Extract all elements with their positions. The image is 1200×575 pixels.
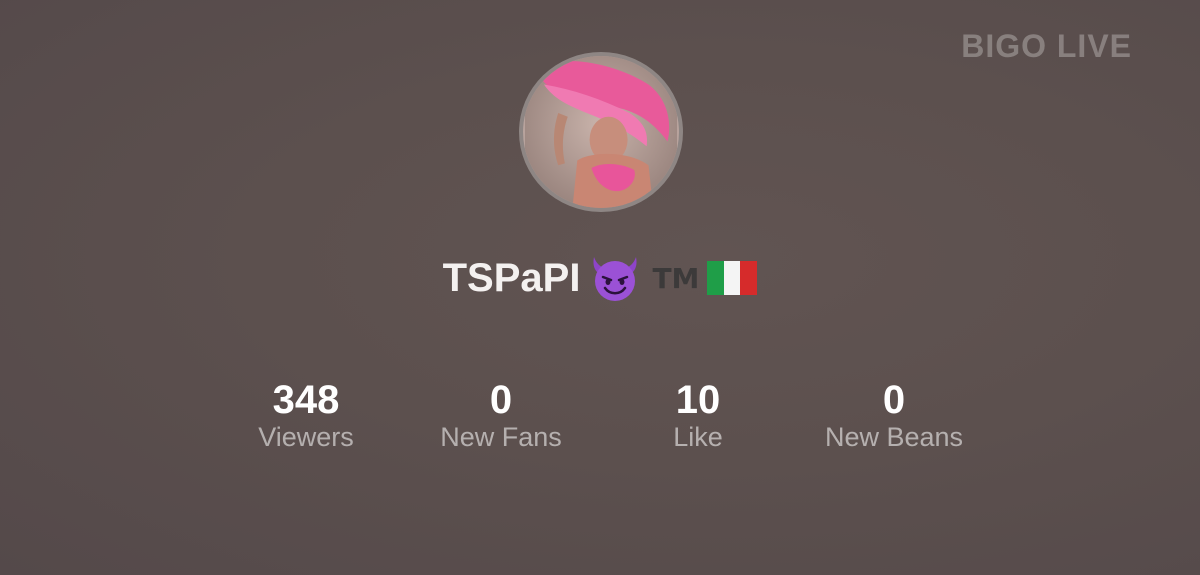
- trademark-label: TM: [652, 261, 700, 295]
- avatar-photo: [525, 56, 677, 208]
- stat-new-beans-value: 0: [882, 378, 906, 422]
- stat-new-fans-label: New Fans: [440, 422, 562, 452]
- stat-new-beans-label: New Beans: [824, 422, 964, 452]
- stat-like-label: Like: [673, 422, 723, 452]
- profile-name-row: TSPaPI TM: [0, 250, 1200, 306]
- stat-like: 10 Like: [588, 378, 808, 452]
- stat-viewers-label: Viewers: [258, 422, 354, 452]
- stat-new-beans: 0 New Beans: [784, 378, 1004, 452]
- italy-flag-icon: [707, 261, 758, 295]
- stat-new-fans-value: 0: [489, 378, 513, 422]
- bigo-live-watermark: BIGO LIVE: [961, 28, 1132, 64]
- stat-viewers: 348 Viewers: [196, 378, 416, 452]
- profile-name: TSPaPI: [442, 255, 581, 300]
- stat-like-value: 10: [675, 378, 721, 422]
- stat-new-fans: 0 New Fans: [391, 378, 611, 452]
- profile-avatar[interactable]: [519, 52, 683, 212]
- stat-viewers-value: 348: [272, 378, 340, 422]
- devil-icon: [593, 257, 637, 301]
